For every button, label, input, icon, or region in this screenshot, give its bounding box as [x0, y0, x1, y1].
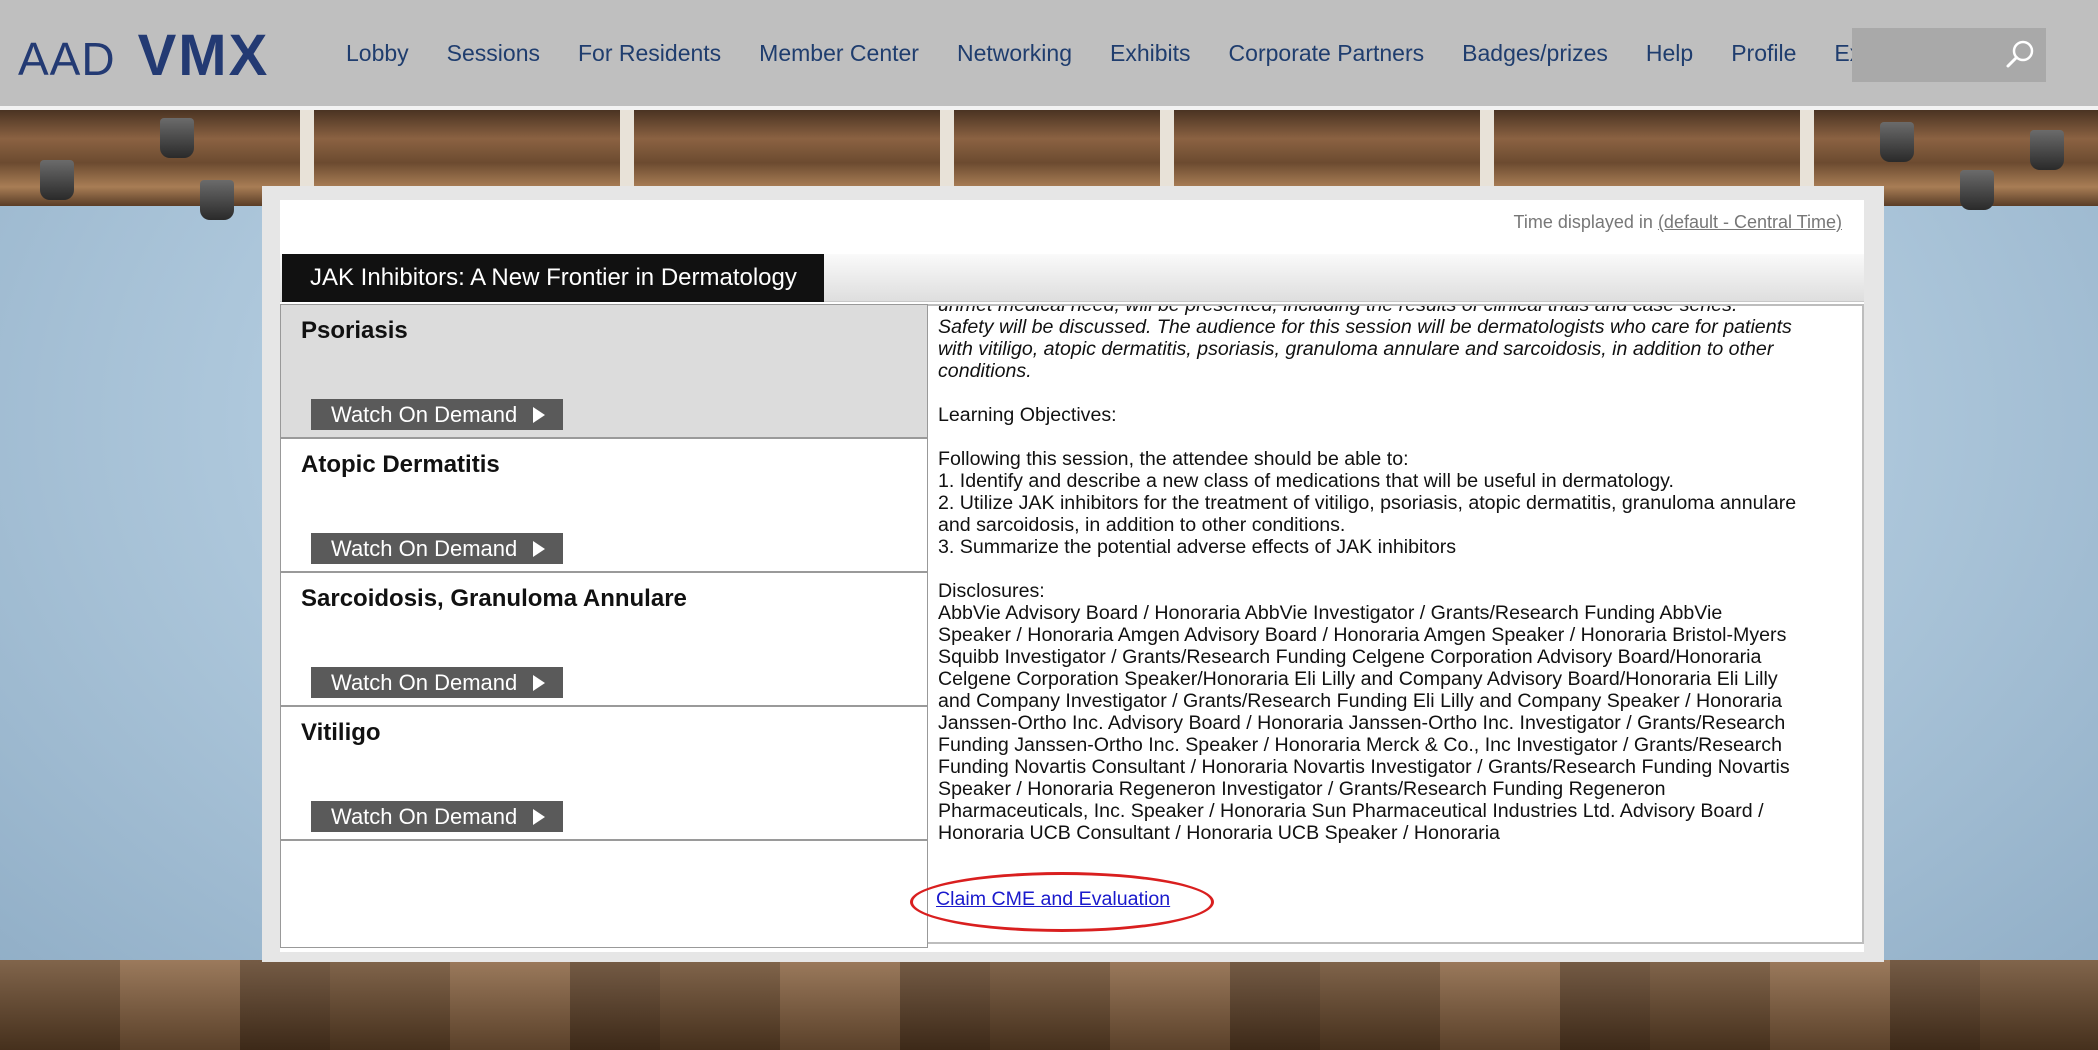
nav-networking[interactable]: Networking	[957, 40, 1072, 67]
search-input[interactable]	[1852, 28, 2002, 82]
play-icon	[533, 675, 545, 691]
top-navigation-bar: AAD VMX Lobby Sessions For Residents Mem…	[0, 0, 2098, 110]
topic-item-sarcoidosis[interactable]: Sarcoidosis, Granuloma Annulare Watch On…	[281, 573, 927, 707]
objective-item: 1. Identify and describe a new class of …	[938, 470, 1674, 492]
nav-sessions[interactable]: Sessions	[447, 40, 540, 67]
session-description: unmet medical need, will be presented, i…	[938, 304, 1798, 866]
description-intro: unmet medical need, will be presented, i…	[938, 304, 1792, 382]
disclosures-heading: Disclosures:	[938, 580, 1045, 602]
topic-item-vitiligo[interactable]: Vitiligo Watch On Demand	[281, 707, 927, 841]
aad-vmx-logo[interactable]: AAD VMX	[18, 22, 269, 88]
claim-cme-container: Claim CME and Evaluation	[936, 888, 1170, 911]
play-icon	[533, 809, 545, 825]
watch-label: Watch On Demand	[331, 670, 518, 695]
time-zone-note: Time displayed in (default - Central Tim…	[1514, 212, 1842, 233]
stage-light-icon	[200, 180, 234, 220]
disclosures-text: AbbVie Advisory Board / Honoraria AbbVie…	[938, 602, 1790, 844]
watch-on-demand-button[interactable]: Watch On Demand	[311, 801, 563, 832]
nav-lobby[interactable]: Lobby	[346, 40, 409, 67]
stage-light-icon	[1880, 122, 1914, 162]
session-topic-list: Psoriasis Watch On Demand Atopic Dermati…	[280, 304, 928, 948]
nav-badges-prizes[interactable]: Badges/prizes	[1462, 40, 1608, 67]
claim-cme-link[interactable]: Claim CME and Evaluation	[936, 888, 1170, 910]
objective-item: 2. Utilize JAK inhibitors for the treatm…	[938, 492, 1797, 536]
session-title: JAK Inhibitors: A New Frontier in Dermat…	[282, 254, 824, 302]
topic-name: Atopic Dermatitis	[301, 451, 500, 478]
logo-vmx-text: VMX	[137, 23, 270, 88]
logo-aad-text: AAD	[18, 33, 116, 85]
stage-light-icon	[160, 118, 194, 158]
stage-light-icon	[2030, 130, 2064, 170]
stage-light-icon	[1960, 170, 1994, 210]
topic-name: Sarcoidosis, Granuloma Annulare	[301, 585, 687, 612]
nav-profile[interactable]: Profile	[1731, 40, 1796, 67]
nav-member-center[interactable]: Member Center	[759, 40, 919, 67]
topic-name: Psoriasis	[301, 317, 408, 344]
stage-light-icon	[40, 160, 74, 200]
play-icon	[533, 407, 545, 423]
time-zone-prefix: Time displayed in	[1513, 212, 1658, 232]
learning-objectives: Following this session, the attendee sho…	[938, 448, 1798, 558]
watch-on-demand-button[interactable]: Watch On Demand	[311, 399, 563, 430]
topic-item-psoriasis[interactable]: Psoriasis Watch On Demand	[281, 305, 927, 439]
nav-help[interactable]: Help	[1646, 40, 1693, 67]
search-box	[1852, 28, 2046, 82]
search-icon[interactable]	[2004, 39, 2036, 71]
stage-floor	[0, 960, 2098, 1050]
watch-on-demand-button[interactable]: Watch On Demand	[311, 667, 563, 698]
nav-exhibits[interactable]: Exhibits	[1110, 40, 1191, 67]
nav-for-residents[interactable]: For Residents	[578, 40, 721, 67]
watch-on-demand-button[interactable]: Watch On Demand	[311, 533, 563, 564]
topic-name: Vitiligo	[301, 719, 381, 746]
objectives-intro: Following this session, the attendee sho…	[938, 448, 1409, 470]
watch-label: Watch On Demand	[331, 804, 518, 829]
session-description-pane[interactable]: unmet medical need, will be presented, i…	[928, 304, 1864, 944]
play-icon	[533, 541, 545, 557]
learning-objectives-heading: Learning Objectives:	[938, 404, 1117, 426]
topic-item-atopic-dermatitis[interactable]: Atopic Dermatitis Watch On Demand	[281, 439, 927, 573]
time-zone-link[interactable]: (default - Central Time)	[1658, 212, 1842, 232]
watch-label: Watch On Demand	[331, 536, 518, 561]
objective-item: 3. Summarize the potential adverse effec…	[938, 536, 1457, 558]
watch-label: Watch On Demand	[331, 402, 518, 427]
nav-corporate-partners[interactable]: Corporate Partners	[1229, 40, 1425, 67]
main-nav: Lobby Sessions For Residents Member Cent…	[346, 40, 1911, 67]
